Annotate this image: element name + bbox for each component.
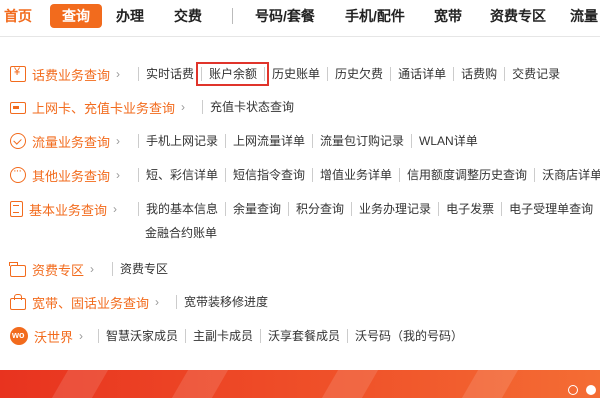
more-icon — [10, 165, 26, 183]
link-traffic-package-record[interactable]: 流量包订购记录 — [312, 134, 411, 148]
banner-stripe — [461, 370, 519, 398]
menu-row-flow: 流量业务查询 › 手机上网记录 上网流量详单 流量包订购记录 WLAN详单 — [0, 128, 600, 154]
category-card[interactable]: 上网卡、充值卡业务查询 › — [10, 94, 185, 120]
link-fee-purchase[interactable]: 话费购 — [453, 67, 504, 81]
folder-icon — [9, 261, 26, 277]
link-payment-record[interactable]: 交费记录 — [504, 67, 567, 81]
top-nav: 首页 查询 办理 交费 号码/套餐 手机/配件 宽带 资费专区 流量 — [0, 0, 600, 36]
nav-query[interactable]: 查询 — [50, 4, 102, 28]
link-e-acceptance-query[interactable]: 电子受理单查询 — [501, 202, 600, 216]
chevron-right-icon: › — [116, 67, 121, 81]
menu-row-zone: 资费专区 › 资费专区 — [0, 256, 600, 282]
link-wlan-detail[interactable]: WLAN详单 — [411, 134, 485, 148]
category-label: 流量业务查询 — [32, 134, 111, 150]
link-balance-query[interactable]: 余量查询 — [225, 202, 288, 216]
category-other[interactable]: 其他业务查询 › — [10, 162, 120, 188]
category-flow[interactable]: 流量业务查询 › — [10, 128, 120, 154]
nav-broadband[interactable]: 宽带 — [434, 4, 462, 28]
menu-row-bill: 话费业务查询 › 实时话费 账户余额 历史账单 历史欠费 通话详单 话费购 交费… — [0, 61, 600, 87]
category-label: 话费业务查询 — [32, 67, 111, 83]
link-realtime-fee[interactable]: 实时话费 — [138, 67, 201, 81]
link-account-balance[interactable]: 账户余额 — [196, 62, 270, 86]
category-zone[interactable]: 资费专区 › — [9, 256, 95, 282]
link-recharge-card-status[interactable]: 充值卡状态查询 — [202, 100, 301, 114]
nav-number-plan[interactable]: 号码/套餐 — [255, 4, 315, 28]
chevron-right-icon: › — [79, 329, 84, 343]
nav-pay[interactable]: 交费 — [174, 4, 202, 28]
card-icon — [10, 102, 26, 114]
link-wo-package-member[interactable]: 沃享套餐成员 — [260, 329, 347, 343]
link-points-query[interactable]: 积分查询 — [288, 202, 351, 216]
link-tariff-zone[interactable]: 资费专区 — [112, 262, 175, 276]
banner-stripe — [321, 370, 379, 398]
link-finance-contract-bill[interactable]: 金融合约账单 — [138, 226, 224, 240]
category-label: 其他业务查询 — [32, 168, 111, 184]
promo-banner[interactable] — [0, 370, 600, 398]
menu-row-basic: 基本业务查询 › 我的基本信息 余量查询 积分查询 业务办理记录 电子发票 电子… — [0, 196, 600, 244]
category-wo[interactable]: 沃世界 › — [10, 323, 83, 349]
link-call-detail[interactable]: 通话详单 — [390, 67, 453, 81]
link-credit-history[interactable]: 信用额度调整历史查询 — [399, 168, 534, 182]
menu-row-broadband: 宽带、固话业务查询 › 宽带装移修进度 — [0, 289, 600, 315]
nav-divider — [0, 36, 600, 37]
category-label: 基本业务查询 — [29, 202, 108, 218]
link-e-invoice[interactable]: 电子发票 — [438, 202, 501, 216]
link-web-traffic-detail[interactable]: 上网流量详单 — [225, 134, 312, 148]
menu-row-wo: 沃世界 › 智慧沃家成员 主副卡成员 沃享套餐成员 沃号码（我的号码） — [0, 323, 600, 349]
link-main-sub-card[interactable]: 主副卡成员 — [185, 329, 260, 343]
category-broadband[interactable]: 宽带、固话业务查询 › — [10, 289, 159, 315]
banner-stripe — [171, 370, 229, 398]
carousel-dot-active[interactable] — [586, 385, 596, 395]
chevron-right-icon: › — [116, 168, 121, 182]
category-label: 宽带、固话业务查询 — [32, 295, 150, 311]
nav-separator — [232, 8, 233, 24]
link-sms-mms-detail[interactable]: 短、彩信详单 — [138, 168, 225, 182]
nav-traffic[interactable]: 流量 — [570, 4, 598, 28]
chevron-right-icon: › — [113, 202, 118, 216]
category-label: 沃世界 — [34, 329, 74, 345]
category-label: 上网卡、充值卡业务查询 — [32, 100, 176, 116]
chevron-right-icon: › — [155, 295, 160, 309]
link-business-record[interactable]: 业务办理记录 — [351, 202, 438, 216]
menu-row-card: 上网卡、充值卡业务查询 › 充值卡状态查询 — [0, 94, 600, 120]
link-wo-number[interactable]: 沃号码（我的号码） — [347, 329, 470, 343]
category-label: 资费专区 — [32, 262, 85, 278]
flow-icon — [10, 133, 26, 149]
link-broadband-progress[interactable]: 宽带装移修进度 — [176, 295, 275, 309]
broadband-icon — [10, 293, 26, 310]
link-basic-info[interactable]: 我的基本信息 — [138, 202, 225, 216]
banner-stripe — [51, 370, 109, 398]
link-smart-family[interactable]: 智慧沃家成员 — [98, 329, 185, 343]
chevron-right-icon: › — [116, 134, 121, 148]
link-value-added-detail[interactable]: 增值业务详单 — [312, 168, 399, 182]
chevron-right-icon: › — [90, 262, 95, 276]
document-icon — [10, 201, 23, 217]
link-mobile-web-record[interactable]: 手机上网记录 — [138, 134, 225, 148]
chevron-right-icon: › — [181, 100, 186, 114]
nav-handle[interactable]: 办理 — [116, 4, 144, 28]
link-wo-store-detail[interactable]: 沃商店详单 — [534, 168, 600, 182]
link-history-arrears[interactable]: 历史欠费 — [327, 67, 390, 81]
link-history-bill[interactable]: 历史账单 — [264, 67, 327, 81]
nav-phone-accessories[interactable]: 手机/配件 — [345, 4, 405, 28]
link-sms-command-query[interactable]: 短信指令查询 — [225, 168, 312, 182]
wo-icon — [10, 327, 28, 345]
nav-tariff-zone[interactable]: 资费专区 — [490, 4, 546, 28]
category-basic[interactable]: 基本业务查询 › — [10, 196, 117, 222]
nav-home[interactable]: 首页 — [4, 4, 32, 28]
menu-row-other: 其他业务查询 › 短、彩信详单 短信指令查询 增值业务详单 信用额度调整历史查询… — [0, 162, 600, 188]
carousel-dot[interactable] — [568, 385, 578, 395]
bill-icon — [10, 66, 26, 82]
category-bill[interactable]: 话费业务查询 › — [10, 61, 120, 87]
